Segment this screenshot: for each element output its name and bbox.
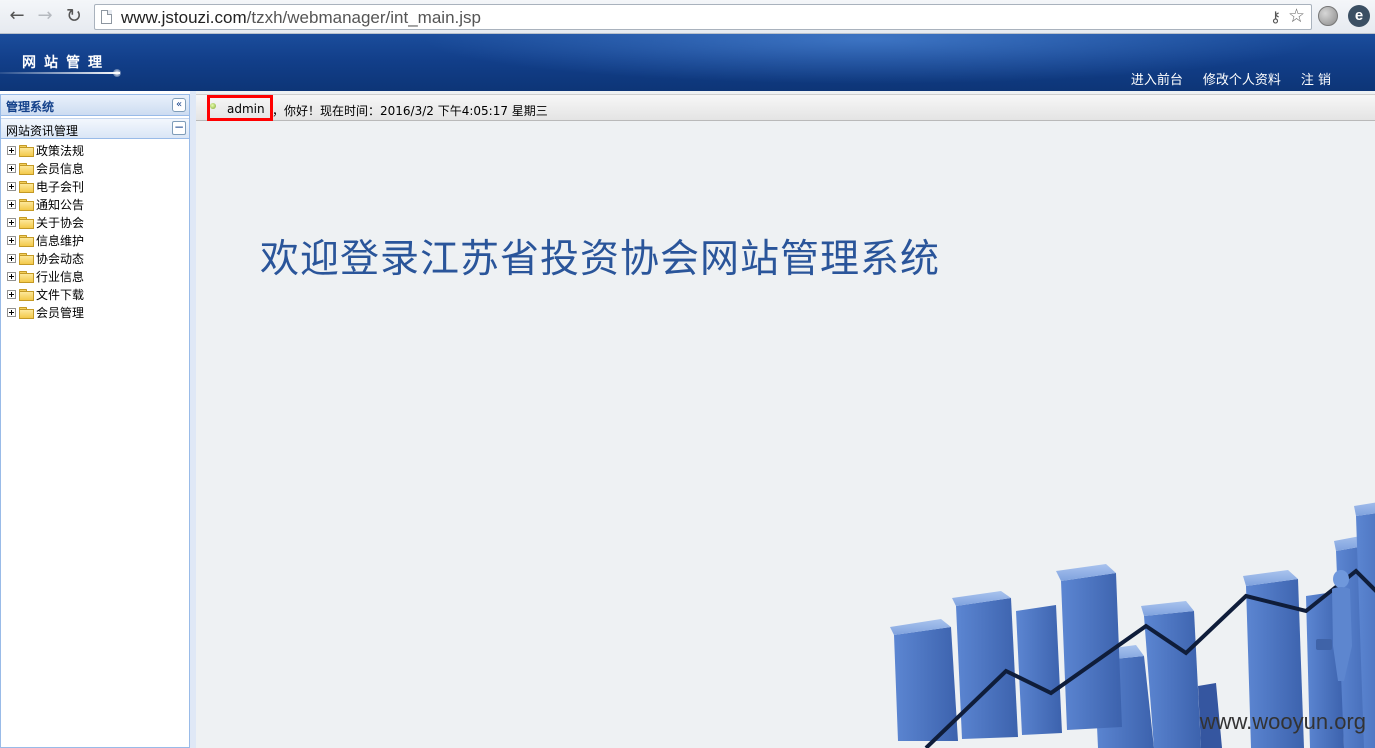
sidebar-item-policy[interactable]: 政策法规 (1, 141, 189, 159)
sidebar-item-label: 关于协会 (36, 215, 85, 230)
collapse-sidebar-icon[interactable]: « (172, 98, 186, 112)
sidebar-item-info-maintenance[interactable]: 信息维护 (1, 231, 189, 249)
expand-plus-icon[interactable] (7, 163, 16, 173)
expand-plus-icon[interactable] (7, 181, 16, 191)
sidebar-item-association-news[interactable]: 协会动态 (1, 249, 189, 267)
url-path: /tzxh/webmanager/int_main.jsp (246, 8, 481, 27)
sidebar-item-e-journal[interactable]: 电子会刊 (1, 177, 189, 195)
greeting-text: ，你好！现在时间：2016/3/2 下午4:05:17 星期三 (272, 104, 548, 118)
folder-icon (19, 162, 34, 175)
folder-icon (19, 270, 34, 283)
bar-group (1091, 502, 1375, 748)
banner-sparkle (113, 69, 121, 77)
briefcase-icon (1316, 639, 1332, 650)
globe-icon[interactable] (1318, 6, 1338, 26)
growth-chart-illustration (890, 502, 1375, 748)
expand-plus-icon[interactable] (7, 199, 16, 209)
expand-plus-icon[interactable] (7, 145, 16, 155)
forward-arrow-icon[interactable]: → (34, 5, 56, 27)
sidebar-item-label: 政策法规 (36, 143, 85, 158)
sidebar-item-label: 会员信息 (36, 161, 85, 176)
expand-plus-icon[interactable] (7, 217, 16, 227)
section-collapse-icon[interactable]: − (172, 121, 186, 135)
sidebar-item-label: 通知公告 (36, 197, 85, 212)
figure-head (1333, 570, 1349, 588)
folder-icon (19, 180, 34, 193)
bar-top (1354, 502, 1375, 516)
bar (1016, 605, 1062, 735)
page-icon (101, 10, 112, 24)
sidebar-item-label: 会员管理 (36, 305, 85, 320)
expand-plus-icon[interactable] (7, 235, 16, 245)
watermark: www.wooyun.org (1199, 709, 1366, 734)
sidebar-item-label: 行业信息 (36, 269, 85, 284)
edit-profile-link[interactable]: 修改个人资料 (1203, 69, 1281, 88)
folder-icon (19, 252, 34, 265)
browser-toolbar: ← → ↻ www.jstouzi.com/tzxh/webmanager/in… (0, 0, 1375, 34)
sidebar-item-industry-info[interactable]: 行业信息 (1, 267, 189, 285)
folder-icon (19, 216, 34, 229)
banner-streak (0, 72, 120, 74)
username: admin (227, 102, 265, 116)
folder-icon (19, 306, 34, 319)
bullet-icon (210, 103, 216, 109)
expand-plus-icon[interactable] (7, 289, 16, 299)
sidebar-header: 管理系统 « (1, 95, 189, 116)
sidebar: 管理系统 « 网站资讯管理 − 政策法规 会员信息 电子会刊 通知公告 关于协会… (0, 94, 190, 748)
logout-link[interactable]: 注 销 (1301, 69, 1331, 88)
sidebar-item-label: 文件下载 (36, 287, 85, 302)
sidebar-section-title: 网站资讯管理 (6, 124, 79, 138)
sidebar-item-label: 信息维护 (36, 233, 85, 248)
bookmark-star-icon[interactable]: ☆ (1288, 5, 1305, 27)
welcome-heading: 欢迎登录江苏省投资协会网站管理系统 (260, 237, 941, 282)
address-bar[interactable]: www.jstouzi.com/tzxh/webmanager/int_main… (94, 4, 1312, 30)
top-banner: 网站管理 进入前台 修改个人资料 注 销 (0, 34, 1375, 91)
reload-icon[interactable]: ↻ (63, 5, 85, 27)
folder-icon (19, 144, 34, 157)
sidebar-item-label: 协会动态 (36, 251, 85, 266)
folder-icon (19, 198, 34, 211)
site-title: 网站管理 (22, 55, 110, 71)
sidebar-item-downloads[interactable]: 文件下载 (1, 285, 189, 303)
url-host: www.jstouzi.com (121, 8, 247, 27)
small-bars (890, 564, 1122, 741)
sidebar-title: 管理系统 (6, 100, 55, 114)
bar (956, 598, 1018, 739)
sidebar-item-member-management[interactable]: 会员管理 (1, 303, 189, 321)
main-content: admin ，你好！现在时间：2016/3/2 下午4:05:17 星期三 欢迎… (196, 91, 1375, 748)
back-arrow-icon[interactable]: ← (6, 5, 28, 27)
sidebar-tree: 政策法规 会员信息 电子会刊 通知公告 关于协会 信息维护 协会动态 行业信息 … (1, 139, 189, 321)
expand-plus-icon[interactable] (7, 253, 16, 263)
top-nav-links: 进入前台 修改个人资料 注 销 (1131, 69, 1331, 88)
folder-icon (19, 288, 34, 301)
sidebar-item-about[interactable]: 关于协会 (1, 213, 189, 231)
key-icon[interactable]: ⚷ (1270, 8, 1281, 26)
status-bar: admin ，你好！现在时间：2016/3/2 下午4:05:17 星期三 (196, 94, 1375, 121)
expand-plus-icon[interactable] (7, 307, 16, 317)
extension-icon[interactable]: e (1348, 5, 1370, 27)
enter-frontend-link[interactable]: 进入前台 (1131, 69, 1183, 88)
folder-icon (19, 234, 34, 247)
sidebar-item-notices[interactable]: 通知公告 (1, 195, 189, 213)
expand-plus-icon[interactable] (7, 271, 16, 281)
sidebar-item-member-info[interactable]: 会员信息 (1, 159, 189, 177)
sidebar-item-label: 电子会刊 (36, 179, 85, 194)
sidebar-section-header[interactable]: 网站资讯管理 − (1, 118, 189, 139)
url-text[interactable]: www.jstouzi.com/tzxh/webmanager/int_main… (121, 8, 481, 28)
